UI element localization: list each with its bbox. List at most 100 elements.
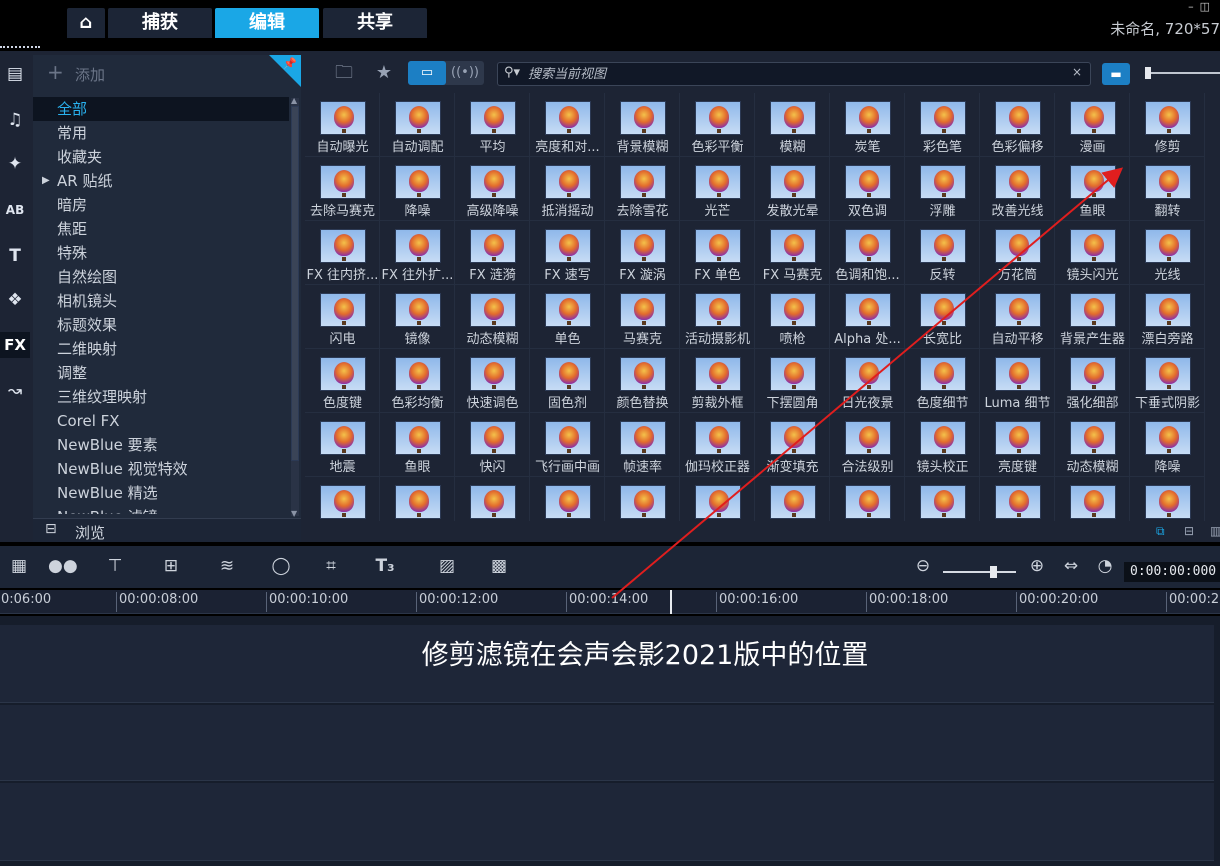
filter-thumbnail[interactable]: 日光夜景 [830, 349, 905, 413]
motion-track-icon[interactable]: ⌗ [318, 556, 344, 576]
filter-thumbnail[interactable]: 去除雪花 [605, 157, 680, 221]
filter-thumbnail[interactable]: 去除马赛克 [305, 157, 380, 221]
filter-thumbnail[interactable]: 活动摄影机 [680, 285, 755, 349]
filter-thumbnail[interactable]: 快闪 [455, 413, 530, 477]
tab-share[interactable]: 共享 [323, 8, 427, 38]
filter-thumbnail[interactable]: 模糊 [755, 93, 830, 157]
zoom-out-icon[interactable]: ⊖ [910, 556, 936, 576]
category-item[interactable]: 全部 [33, 97, 289, 121]
audio-filter-icon[interactable]: ((•)) [446, 61, 484, 85]
favorite-add-icon[interactable]: ★ [371, 61, 397, 85]
browse-button[interactable]: ⊟ 浏览 [33, 518, 301, 542]
category-item[interactable]: NewBlue 要素 [33, 433, 289, 457]
filter-thumbnail[interactable]: 彩色笔 [905, 93, 980, 157]
filter-thumbnail[interactable]: 反转 [905, 221, 980, 285]
filter-thumbnail[interactable] [605, 477, 680, 521]
fx-filter-icon[interactable]: FX [0, 332, 30, 358]
window-controls[interactable]: –◫ [1188, 0, 1216, 13]
filter-thumbnail[interactable]: 高级降噪 [455, 157, 530, 221]
filter-thumbnail[interactable]: 色度细节 [905, 349, 980, 413]
filter-thumbnail[interactable] [755, 477, 830, 521]
tab-capture[interactable]: 捕获 [108, 8, 212, 38]
filter-thumbnail[interactable]: 色度键 [305, 349, 380, 413]
timeline-ruler[interactable]: 0:06:00 00:00:08:00 00:00:10:00 00:00:12… [0, 590, 1220, 614]
chapter-icon[interactable]: ●● [48, 556, 78, 576]
template-icon[interactable]: AB [0, 197, 30, 223]
filter-thumbnail[interactable]: 动态模糊 [455, 285, 530, 349]
filter-thumbnail[interactable] [980, 477, 1055, 521]
filter-thumbnail[interactable]: 亮度键 [980, 413, 1055, 477]
filter-thumbnail[interactable]: Luma 细节 [980, 349, 1055, 413]
category-item[interactable]: ▶ AR 贴纸 [33, 169, 289, 193]
zoom-slider[interactable] [943, 571, 1016, 573]
filter-thumbnail[interactable] [680, 477, 755, 521]
filter-thumbnail[interactable]: 动态模糊 [1055, 413, 1130, 477]
filter-thumbnail[interactable]: 双色调 [830, 157, 905, 221]
category-item[interactable]: 相机镜头 [33, 289, 289, 313]
score-fit-icon[interactable]: ▩ [486, 556, 512, 576]
multi-cam-icon[interactable]: ⊞ [158, 556, 184, 576]
filter-thumbnail[interactable]: 自动平移 [980, 285, 1055, 349]
zoom-in-icon[interactable]: ⊕ [1024, 556, 1050, 576]
filter-thumbnail[interactable]: 飞行画中画 [530, 413, 605, 477]
filter-thumbnail[interactable]: 色彩均衡 [380, 349, 455, 413]
filter-thumbnail[interactable]: 炭笔 [830, 93, 905, 157]
graphics-icon[interactable]: ❖ [0, 287, 30, 313]
filter-thumbnail[interactable]: 伽玛校正器 [680, 413, 755, 477]
filter-thumbnail[interactable]: 马赛克 [605, 285, 680, 349]
filter-thumbnail[interactable]: 闪电 [305, 285, 380, 349]
filter-thumbnail[interactable]: 长宽比 [905, 285, 980, 349]
filter-thumbnail[interactable] [905, 477, 980, 521]
filter-thumbnail[interactable]: 降噪 [1130, 413, 1205, 477]
category-item[interactable]: 调整 [33, 361, 289, 385]
grid-view-icon[interactable]: ▥ [1210, 524, 1220, 538]
search-input[interactable] [528, 65, 1048, 83]
search-box[interactable]: ⚲▾ × [497, 62, 1091, 86]
title-track[interactable] [0, 783, 1214, 861]
pin-icon[interactable]: 📌 [269, 55, 301, 87]
filter-thumbnail[interactable]: 镜头闪光 [1055, 221, 1130, 285]
filter-thumbnail[interactable]: 下摆圆角 [755, 349, 830, 413]
filter-thumbnail[interactable]: 发散光晕 [755, 157, 830, 221]
painting-creator-icon[interactable]: ▨ [434, 556, 460, 576]
filter-thumbnail[interactable]: 色彩偏移 [980, 93, 1055, 157]
filter-thumbnail[interactable]: 剪裁外框 [680, 349, 755, 413]
filter-thumbnail[interactable] [830, 477, 905, 521]
filter-thumbnail[interactable]: 下垂式阴影 [1130, 349, 1205, 413]
filter-thumbnail[interactable]: 万花筒 [980, 221, 1055, 285]
category-item[interactable]: 二维映射 [33, 337, 289, 361]
filter-thumbnail[interactable]: 合法级别 [830, 413, 905, 477]
panel-grip-handle[interactable] [0, 46, 40, 49]
filter-thumbnail[interactable]: 色彩平衡 [680, 93, 755, 157]
title-icon[interactable]: T [0, 243, 30, 269]
category-item[interactable]: NewBlue 精选 [33, 481, 289, 505]
filter-thumbnail[interactable]: 镜头校正 [905, 413, 980, 477]
filter-thumbnail[interactable]: 抵消摇动 [530, 157, 605, 221]
filter-thumbnail[interactable]: 自动曝光 [305, 93, 380, 157]
filter-thumbnail[interactable]: FX 漩涡 [605, 221, 680, 285]
filter-thumbnail[interactable]: 强化细部 [1055, 349, 1130, 413]
category-item[interactable]: 暗房 [33, 193, 289, 217]
filter-thumbnail[interactable]: 鱼眼 [380, 413, 455, 477]
category-item[interactable]: 三维纹理映射 [33, 385, 289, 409]
filter-thumbnail[interactable]: 自动调配 [380, 93, 455, 157]
filter-thumbnail[interactable] [1055, 477, 1130, 521]
filter-thumbnail[interactable]: 背景产生器 [1055, 285, 1130, 349]
filter-thumbnail[interactable]: 地震 [305, 413, 380, 477]
category-scrollbar[interactable]: ▲ ▼ [291, 96, 299, 518]
filter-grid-scrollbar[interactable] [1212, 93, 1220, 521]
category-item[interactable]: 自然绘图 [33, 265, 289, 289]
filter-thumbnail[interactable]: 帧速率 [605, 413, 680, 477]
filter-thumbnail[interactable]: 喷枪 [755, 285, 830, 349]
filter-thumbnail[interactable] [455, 477, 530, 521]
filter-thumbnail[interactable]: FX 往外扩... [380, 221, 455, 285]
filter-thumbnail[interactable]: 降噪 [380, 157, 455, 221]
video-filter-icon[interactable]: ▭ [408, 61, 446, 85]
clear-icon[interactable]: × [1072, 65, 1082, 79]
thumbnail-size-slider[interactable] [1145, 67, 1220, 79]
filter-thumbnail[interactable] [380, 477, 455, 521]
filter-thumbnail[interactable]: FX 往内挤... [305, 221, 380, 285]
category-item[interactable]: 特殊 [33, 241, 289, 265]
tab-edit[interactable]: 编辑 [215, 8, 319, 38]
filter-thumbnail[interactable]: 颜色替换 [605, 349, 680, 413]
